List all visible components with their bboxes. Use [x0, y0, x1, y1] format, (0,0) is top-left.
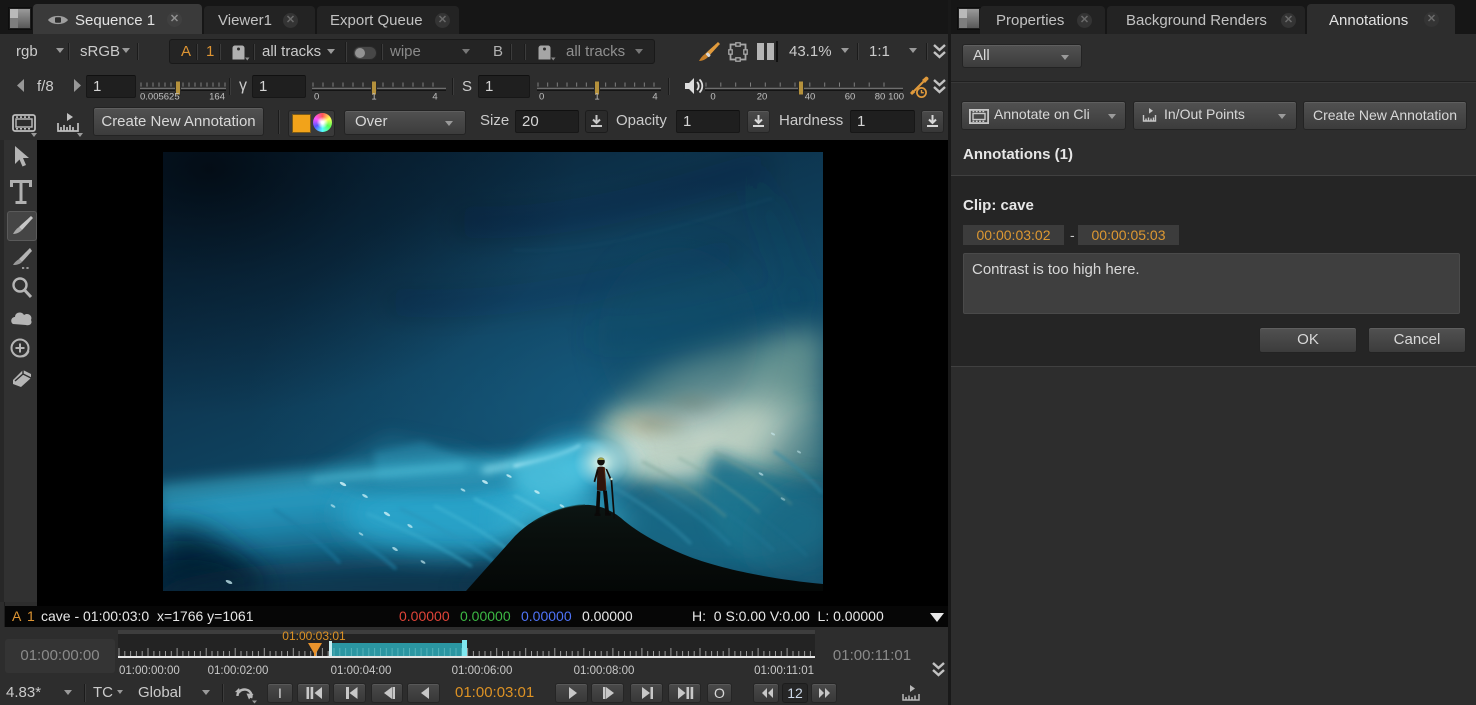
svg-text:1: 1 [371, 92, 376, 102]
svg-text:01:00:08:00: 01:00:08:00 [574, 665, 635, 677]
svg-text:01:00:00:00: 01:00:00:00 [119, 665, 180, 677]
svg-text:0: 0 [314, 92, 319, 102]
svg-text:40: 40 [805, 92, 816, 102]
svg-text:80: 80 [875, 92, 886, 102]
svg-text:60: 60 [845, 92, 856, 102]
svg-text:4: 4 [652, 92, 657, 102]
svg-text:20: 20 [757, 92, 768, 102]
svg-text:0: 0 [710, 92, 715, 102]
svg-text:0.005625: 0.005625 [140, 92, 180, 102]
svg-text:1: 1 [594, 92, 599, 102]
svg-text:164: 164 [209, 92, 225, 102]
svg-text:01:00:11:01: 01:00:11:01 [754, 665, 814, 677]
svg-text:01:00:04:00: 01:00:04:00 [331, 665, 392, 677]
svg-text:01:00:02:00: 01:00:02:00 [208, 665, 269, 677]
svg-text:01:00:06:00: 01:00:06:00 [452, 665, 513, 677]
svg-text:100: 100 [888, 92, 904, 102]
svg-text:01:00:03:01: 01:00:03:01 [282, 629, 346, 643]
svg-text:4: 4 [432, 92, 437, 102]
svg-text:0: 0 [539, 92, 544, 102]
